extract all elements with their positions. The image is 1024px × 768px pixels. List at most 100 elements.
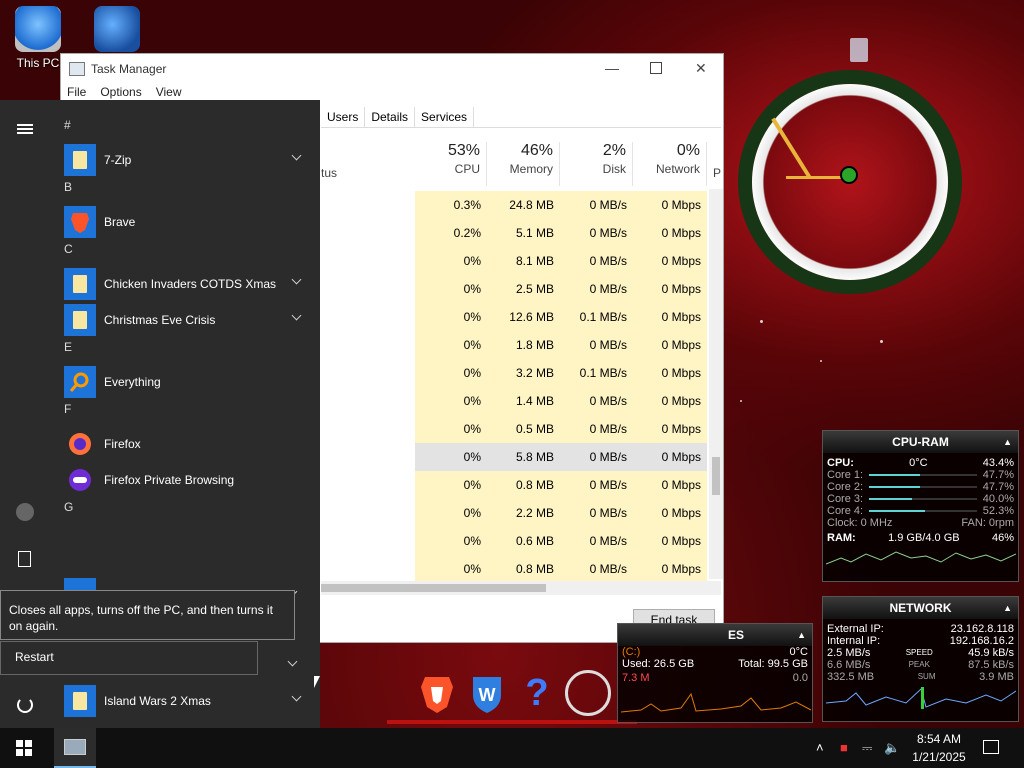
- menu-view[interactable]: View: [156, 85, 182, 99]
- volume-muted-icon[interactable]: 🔈: [884, 740, 900, 756]
- power-icon[interactable]: [17, 697, 33, 713]
- menu-options[interactable]: Options: [100, 85, 141, 99]
- minimize-button[interactable]: —: [605, 60, 619, 76]
- table-row[interactable]: 0% 2.5 MB 0 MB/s 0 Mbps: [415, 275, 707, 303]
- cell-disk: 0 MB/s: [560, 191, 633, 219]
- start-app-item[interactable]: 7-Zip: [64, 144, 314, 176]
- group-letter[interactable]: G: [64, 500, 73, 514]
- group-letter[interactable]: F: [64, 402, 71, 416]
- task-manager-icon: [64, 739, 86, 755]
- network-column-header[interactable]: 0% Network: [633, 142, 707, 186]
- table-row[interactable]: 0% 0.6 MB 0 MB/s 0 Mbps: [415, 527, 707, 555]
- tab-services[interactable]: Services: [415, 107, 475, 127]
- status-column-header[interactable]: tus: [321, 166, 337, 180]
- start-app-item[interactable]: Firefox Private Browsing: [64, 464, 314, 496]
- refresh-icon[interactable]: [565, 670, 611, 716]
- close-button[interactable]: ✕: [695, 60, 707, 77]
- group-letter[interactable]: C: [64, 242, 73, 256]
- table-row[interactable]: 0.2% 5.1 MB 0 MB/s 0 Mbps: [415, 219, 707, 247]
- help-icon[interactable]: ?: [515, 670, 559, 716]
- cpu-column-header[interactable]: 53% CPU: [415, 142, 487, 186]
- table-row[interactable]: 0% 0.8 MB 0 MB/s 0 Mbps: [415, 471, 707, 499]
- core-label: Core 2:: [827, 481, 864, 493]
- cell-net: 0 Mbps: [633, 443, 707, 471]
- cpu-percent: 43.4%: [982, 457, 1014, 469]
- memory-column-header[interactable]: 46% Memory: [487, 142, 560, 186]
- core-row: Core 1: 47.7%: [823, 469, 1018, 481]
- disk-total: Total: 99.5 GB: [738, 658, 808, 670]
- notifications-icon[interactable]: [983, 740, 999, 754]
- chevron-down-icon[interactable]: [291, 691, 302, 702]
- document-icon[interactable]: [18, 551, 31, 567]
- table-row[interactable]: 0% 12.6 MB 0.1 MB/s 0 Mbps: [415, 303, 707, 331]
- disk-read: 7.3 M: [622, 672, 650, 684]
- hamburger-menu-icon[interactable]: [17, 124, 33, 134]
- table-row[interactable]: 0% 1.8 MB 0 MB/s 0 Mbps: [415, 331, 707, 359]
- start-app-item[interactable]: Firefox: [64, 428, 314, 460]
- wise-care-icon[interactable]: W: [465, 670, 509, 716]
- title-bar[interactable]: Task Manager: [61, 54, 723, 84]
- tab-details[interactable]: Details: [365, 107, 416, 127]
- cell-disk: 0 MB/s: [560, 527, 633, 555]
- tab-users[interactable]: Users: [321, 107, 366, 127]
- scrollbar-thumb[interactable]: [321, 584, 546, 592]
- cell-net: 0 Mbps: [633, 527, 707, 555]
- table-row[interactable]: 0% 2.2 MB 0 MB/s 0 Mbps: [415, 499, 707, 527]
- start-app-item[interactable]: Brave: [64, 206, 314, 238]
- menu-file[interactable]: File: [67, 85, 86, 99]
- start-app-item[interactable]: Christmas Eve Crisis: [64, 304, 314, 336]
- group-letter[interactable]: E: [64, 340, 72, 354]
- speed-down: 2.5 MB/s: [827, 647, 871, 659]
- security-icon[interactable]: ■: [840, 740, 848, 755]
- group-letter[interactable]: B: [64, 180, 72, 194]
- app-name: Firefox Private Browsing: [104, 473, 235, 487]
- taskbar-task-manager[interactable]: [54, 728, 96, 768]
- scrollbar-thumb[interactable]: [712, 457, 720, 495]
- cell-disk: 0 MB/s: [560, 499, 633, 527]
- cell-disk: 0 MB/s: [560, 415, 633, 443]
- chevron-down-icon[interactable]: [291, 150, 302, 161]
- brave-icon[interactable]: [415, 670, 459, 716]
- disk-column-header[interactable]: 2% Disk: [560, 142, 633, 186]
- start-button[interactable]: [0, 728, 48, 768]
- table-row[interactable]: 0% 0.8 MB 0 MB/s 0 Mbps: [415, 555, 707, 583]
- start-app-item[interactable]: Chicken Invaders COTDS Xmas: [64, 268, 314, 300]
- table-row[interactable]: 0% 1.4 MB 0 MB/s 0 Mbps: [415, 387, 707, 415]
- cell-disk: 0 MB/s: [560, 443, 633, 471]
- menu-bar: File Options View: [67, 85, 182, 99]
- power-column-header[interactable]: P: [713, 166, 721, 180]
- cell-mem: 0.5 MB: [487, 415, 560, 443]
- taskbar-clock[interactable]: 8:54 AM 1/21/2025: [906, 730, 972, 766]
- table-row[interactable]: 0% 8.1 MB 0 MB/s 0 Mbps: [415, 247, 707, 275]
- maximize-button[interactable]: [650, 62, 662, 74]
- network-graph: [825, 687, 1017, 709]
- table-row[interactable]: 0.3% 24.8 MB 0 MB/s 0 Mbps: [415, 191, 707, 219]
- cell-cpu: 0%: [415, 415, 487, 443]
- table-row[interactable]: 0% 5.8 MB 0 MB/s 0 Mbps: [415, 443, 707, 471]
- sum-up: 3.9 MB: [979, 671, 1014, 683]
- group-letter[interactable]: #: [64, 118, 71, 132]
- windows-logo-icon: [16, 740, 32, 756]
- user-account-icon[interactable]: [16, 503, 34, 521]
- cpu-ram-gadget: CPU-RAM ▲ CPU: 0°C 43.4% Core 1: 47.7% Core 2…: [822, 430, 1019, 582]
- chevron-down-icon[interactable]: [287, 656, 298, 667]
- network-icon[interactable]: ⎓: [862, 740, 872, 756]
- cell-cpu: 0%: [415, 443, 487, 471]
- cell-net: 0 Mbps: [633, 331, 707, 359]
- start-app-item[interactable]: Everything: [64, 366, 314, 398]
- chevron-up-icon[interactable]: ˄: [816, 740, 824, 755]
- chevron-down-icon[interactable]: [291, 310, 302, 321]
- cell-mem: 2.2 MB: [487, 499, 560, 527]
- desktop-icon-people[interactable]: [82, 6, 152, 56]
- core-label: Core 1:: [827, 469, 864, 481]
- table-row[interactable]: 0% 0.5 MB 0 MB/s 0 Mbps: [415, 415, 707, 443]
- vertical-scrollbar[interactable]: [709, 189, 723, 579]
- taskbar: ˄ ■ ⎓ 🔈 8:54 AM 1/21/2025: [0, 728, 1024, 768]
- cell-cpu: 0%: [415, 359, 487, 387]
- table-row[interactable]: 0% 3.2 MB 0.1 MB/s 0 Mbps: [415, 359, 707, 387]
- cpu-temp: 0°C: [909, 457, 928, 469]
- restart-menu-item[interactable]: Restart: [0, 641, 258, 675]
- horizontal-scrollbar[interactable]: [321, 581, 721, 595]
- app-island-wars-2-xmas[interactable]: Island Wars 2 Xmas: [64, 685, 314, 717]
- chevron-down-icon[interactable]: [291, 274, 302, 285]
